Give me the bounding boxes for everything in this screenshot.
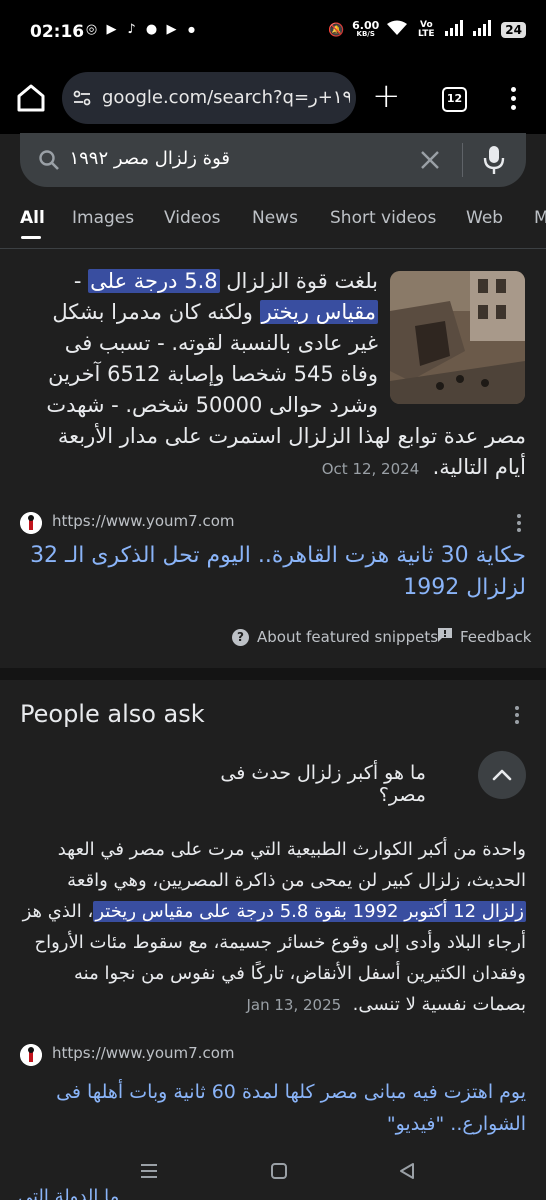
home-icon[interactable] (14, 81, 48, 115)
paa-more-options-icon[interactable] (514, 706, 520, 724)
snippet-line: بلغت قوة الزلزال (219, 269, 378, 293)
youtube-icon: ▶ (106, 22, 117, 37)
home-nav-icon[interactable] (271, 1163, 287, 1179)
paa-answer-text: واحدة من أكبر الكوارث الطبيعية التي مرت … (57, 839, 526, 891)
feedback-label[interactable]: Feedback (460, 628, 531, 646)
wifi-icon (387, 20, 408, 40)
site-settings-icon[interactable] (72, 88, 92, 108)
search-icon (38, 149, 60, 171)
search-tabs: All Images Videos News Short videos Web … (0, 200, 546, 246)
signal-icon (445, 20, 465, 40)
paa-source[interactable]: https://www.youm7.com (20, 1042, 526, 1068)
net-speed: 6.00 KB/S (352, 19, 380, 39)
tabs-divider (0, 248, 546, 249)
status-right: 🔕 6.00 KB/S Vo LTE 24 (328, 20, 526, 40)
snippet-highlight: مقياس ريختر (259, 300, 378, 324)
volte-label: Vo LTE (418, 20, 435, 39)
section-divider (0, 668, 546, 680)
tab-news[interactable]: News (252, 208, 298, 228)
recent-apps-icon[interactable] (141, 1164, 157, 1178)
snippet-line: ولكنه كان مدمرا بشكل (52, 300, 260, 324)
earthquake-rubble-image[interactable] (390, 271, 525, 404)
snippet-line: أيام التالية. (432, 455, 526, 479)
status-bar: 02:16 ◎ ▶ ♪ ● ▶ ● 🔕 6.00 KB/S Vo LTE 24 (0, 0, 546, 64)
address-bar[interactable]: google.com/search?q=١٩٩٢+ر (62, 72, 356, 124)
tab-more[interactable]: M (534, 208, 546, 228)
paa-result-link[interactable]: يوم اهتزت فيه مبانى مصر كلها لمدة 60 ثان… (18, 1076, 526, 1140)
help-icon: ? (232, 628, 249, 646)
snippet-line: وشرد حوالى 50000 شخص. - شهدت (46, 393, 378, 417)
tab-videos[interactable]: Videos (164, 208, 221, 228)
snippet-highlight: 5.8 درجة على (88, 269, 220, 293)
about-label[interactable]: About featured snippets (257, 628, 438, 646)
paa-date: Jan 13, 2025 (246, 996, 342, 1014)
search-box[interactable]: قوة زلزال مصر ١٩٩٢ (20, 133, 526, 187)
tab-web[interactable]: Web (466, 208, 503, 228)
feedback-link[interactable]: Feedback (438, 626, 531, 648)
youtube-icon: ▶ (166, 22, 177, 37)
youm7-favicon-icon (20, 512, 42, 534)
clear-icon[interactable] (418, 148, 442, 172)
snippet-line: وفاة 545 شخصا وإصابة 6512 آخرين (48, 362, 378, 386)
tab-switcher-button[interactable]: 12 (442, 87, 467, 112)
back-icon[interactable] (398, 1162, 416, 1180)
notification-icons: ◎ ▶ ♪ ● ▶ ● (84, 22, 199, 37)
snippet-text: بلغت قوة الزلزال 5.8 درجة على - مقياس ري… (18, 266, 378, 421)
whatsapp-icon: ◎ (85, 22, 98, 37)
battery-indicator: 24 (501, 22, 526, 38)
paa-answer: واحدة من أكبر الكوارث الطبيعية التي مرت … (18, 834, 526, 1021)
tiktok-icon: ♪ (127, 22, 136, 37)
paa-question[interactable]: ما هو أكبر زلزال حدث فى مصر؟ (200, 762, 426, 806)
more-options-icon[interactable] (516, 514, 522, 532)
signal-icon-2 (473, 20, 493, 40)
source-url[interactable]: https://www.youm7.com (52, 512, 234, 530)
browser-toolbar: google.com/search?q=١٩٩٢+ر + 12 (0, 64, 546, 134)
snippet-line: - (73, 269, 89, 293)
tab-all[interactable]: All (20, 208, 45, 228)
chevron-up-icon[interactable] (478, 751, 526, 799)
search-input[interactable]: قوة زلزال مصر ١٩٩٢ (69, 148, 230, 169)
mic-icon[interactable] (482, 145, 506, 175)
snippet-result-link[interactable]: حكاية 30 ثانية هزت القاهرة.. اليوم تحل ا… (18, 540, 526, 604)
youm7-favicon-icon (20, 1044, 42, 1066)
tab-short-videos[interactable]: Short videos (330, 208, 436, 228)
net-speed-value: 6.00 (352, 19, 380, 32)
snippet-line: مصر عدة توابع لهذا الزلزال استمرت على مد… (57, 424, 526, 448)
about-featured-snippets[interactable]: ? About featured snippets (232, 626, 438, 648)
url-text[interactable]: google.com/search?q=١٩٩٢+ر (102, 87, 350, 108)
browser-menu-icon[interactable] (504, 85, 524, 113)
divider (462, 143, 463, 177)
new-tab-icon[interactable]: + (372, 79, 401, 113)
tab-active-indicator (21, 236, 41, 239)
feedback-icon (438, 628, 452, 646)
more-dot-icon: ● (188, 25, 195, 34)
snippet-text-continued: مصر عدة توابع لهذا الزلزال استمرت على مد… (18, 421, 526, 485)
snippet-line: غير عادى بالنسبة لقوته. - تسبب فى (64, 331, 378, 355)
tab-images[interactable]: Images (72, 208, 134, 228)
people-also-ask-title: People also ask (20, 700, 205, 728)
system-nav-bar (0, 1150, 546, 1194)
mute-icon: 🔕 (327, 22, 345, 38)
status-time: 02:16 (30, 22, 85, 42)
paa-answer-highlight: زلزال 12 أكتوبر 1992 بقوة 5.8 درجة على م… (93, 901, 526, 922)
chat-icon: ● (145, 22, 158, 37)
source-url[interactable]: https://www.youm7.com (52, 1044, 234, 1062)
snippet-source[interactable]: https://www.youm7.com (20, 510, 526, 536)
snippet-date: Oct 12, 2024 (321, 460, 420, 478)
